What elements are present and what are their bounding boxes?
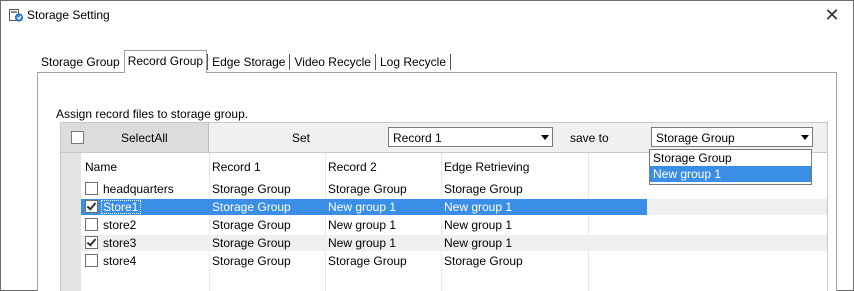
table-row[interactable]: store2 Storage Group New group 1 New gro…: [81, 217, 827, 233]
save-to-label: save to: [570, 131, 609, 145]
row-name: Store1: [103, 200, 139, 214]
dropdown-option-storage-group[interactable]: Storage Group: [650, 150, 811, 166]
tab-storage-group[interactable]: Storage Group: [37, 52, 124, 72]
row-checkbox[interactable]: [85, 182, 98, 195]
row-name: headquarters: [103, 182, 174, 196]
instruction-label: Assign record files to storage group.: [56, 107, 249, 121]
dropdown-option-new-group-1[interactable]: New group 1: [650, 166, 811, 182]
column-header-record1[interactable]: Record 1: [212, 160, 261, 174]
column-header-name[interactable]: Name: [85, 160, 117, 174]
row-edge-retrieving: Storage Group: [444, 182, 523, 196]
tab-strip: Storage Group Record Group Edge Storage …: [37, 50, 452, 73]
close-button[interactable]: ✕: [817, 3, 847, 27]
storage-app-icon: [9, 9, 23, 22]
select-all-checkbox[interactable]: [71, 131, 84, 144]
check-icon: [86, 200, 97, 211]
storage-setting-window: Storage Setting ✕ Storage Group Record G…: [0, 0, 854, 291]
row-name: store4: [103, 254, 137, 268]
row-record2: New group 1: [328, 200, 397, 214]
record-select[interactable]: Record 1: [388, 127, 553, 147]
row-edge-retrieving: New group 1: [444, 236, 513, 250]
row-record1: Storage Group: [212, 182, 291, 196]
row-checkbox[interactable]: [85, 254, 98, 267]
row-record2: New group 1: [328, 218, 397, 232]
row-record1: Storage Group: [212, 200, 291, 214]
row-record2: New group 1: [328, 236, 397, 250]
row-edge-retrieving: New group 1: [444, 200, 513, 214]
row-record2: Storage Group: [328, 182, 407, 196]
set-label: Set: [292, 131, 311, 145]
row-record1: Storage Group: [212, 254, 291, 268]
record-select-value: Record 1: [393, 131, 442, 145]
select-all-button[interactable]: SelectAll: [61, 123, 209, 152]
select-all-label: SelectAll: [121, 131, 168, 145]
chevron-down-icon[interactable]: [796, 128, 812, 146]
grid-row-gutter: [61, 153, 81, 291]
tab-record-group[interactable]: Record Group: [123, 50, 208, 73]
column-header-record2[interactable]: Record 2: [328, 160, 377, 174]
row-checkbox[interactable]: [85, 218, 98, 231]
row-record2: Storage Group: [328, 254, 407, 268]
window-title: Storage Setting: [27, 8, 110, 22]
row-name: store3: [103, 236, 137, 250]
storage-group-select[interactable]: Storage Group: [651, 127, 813, 147]
table-row[interactable]: store3 Storage Group New group 1 New gro…: [81, 235, 827, 251]
table-row[interactable]: Store1 Storage Group New group 1 New gro…: [81, 199, 827, 215]
tab-edge-storage[interactable]: Edge Storage: [208, 52, 289, 72]
row-edge-retrieving: Storage Group: [444, 254, 523, 268]
storage-group-dropdown-list: Storage Group New group 1: [649, 149, 812, 185]
tab-log-recycle[interactable]: Log Recycle: [376, 52, 450, 72]
row-checkbox[interactable]: [85, 200, 98, 213]
tab-divider: [450, 54, 452, 70]
row-checkbox[interactable]: [85, 236, 98, 249]
row-name: store2: [103, 218, 137, 232]
check-icon: [86, 236, 97, 247]
column-header-edge-retrieving[interactable]: Edge Retrieving: [444, 160, 529, 174]
table-row[interactable]: store4 Storage Group Storage Group Stora…: [81, 253, 827, 269]
tab-video-recycle[interactable]: Video Recycle: [290, 52, 375, 72]
chevron-down-icon[interactable]: [536, 128, 552, 146]
title-bar: Storage Setting ✕: [1, 1, 853, 29]
row-record1: Storage Group: [212, 218, 291, 232]
storage-group-select-value: Storage Group: [656, 131, 735, 145]
row-edge-retrieving: New group 1: [444, 218, 513, 232]
row-record1: Storage Group: [212, 236, 291, 250]
